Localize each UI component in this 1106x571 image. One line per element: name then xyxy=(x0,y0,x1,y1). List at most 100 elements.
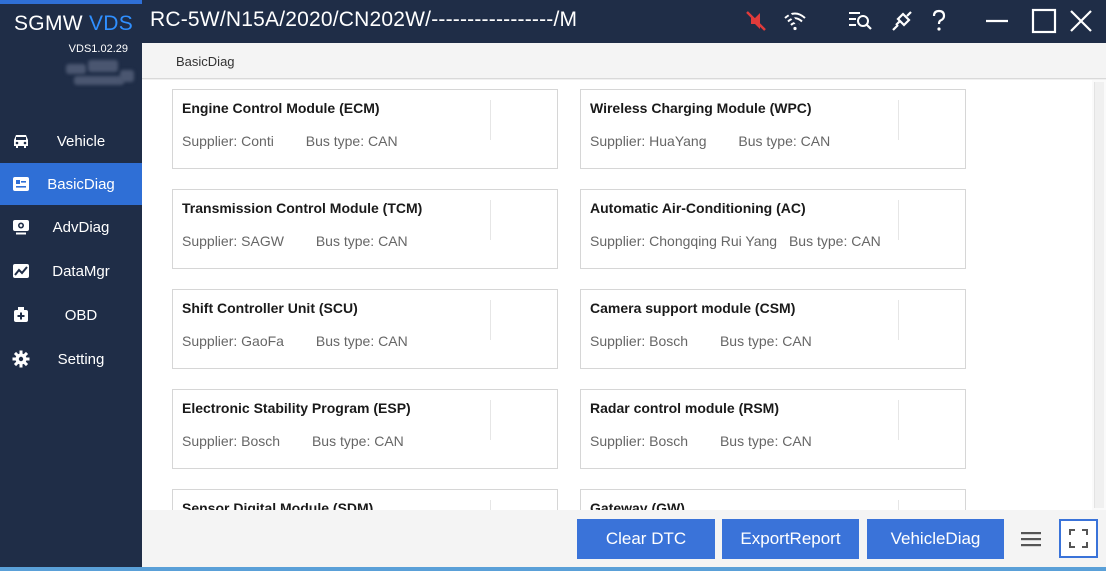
wifi-off-icon[interactable] xyxy=(782,8,808,34)
card-divider xyxy=(490,300,491,340)
sidebar-item-label: BasicDiag xyxy=(47,175,115,193)
module-name: Radar control module (RSM) xyxy=(590,400,780,416)
supplier-label: Supplier: xyxy=(182,133,238,149)
module-name: Wireless Charging Module (WPC) xyxy=(590,100,812,116)
supplier-label: Supplier: xyxy=(590,433,646,449)
action-bar: Clear DTC ExportReport VehicleDiag xyxy=(142,510,1106,571)
supplier-value: GaoFa xyxy=(241,333,284,349)
brand-sgmw: SGMW xyxy=(14,12,83,35)
bus-type-label: Bus type: xyxy=(719,333,779,349)
module-card[interactable]: Camera support module (CSM) Supplier: Bo… xyxy=(580,289,966,369)
supplier-label: Supplier: xyxy=(182,433,238,449)
supplier-label: Supplier: xyxy=(182,233,238,249)
module-name: Electronic Stability Program (ESP) xyxy=(182,400,411,416)
maximize-icon[interactable] xyxy=(1031,8,1057,34)
module-card[interactable]: Engine Control Module (ECM) Supplier: Co… xyxy=(172,89,558,169)
clipboard-icon xyxy=(13,177,29,191)
module-card[interactable]: Gateway (GW) xyxy=(580,489,966,510)
module-info: Supplier: Bosch Bus type: CAN xyxy=(590,433,812,449)
module-info: Supplier: Chongqing Rui Yang Bus type: C… xyxy=(590,233,881,249)
brand-vds: VDS xyxy=(89,12,134,35)
module-card[interactable]: Automatic Air-Conditioning (AC) Supplier… xyxy=(580,189,966,269)
module-name: Camera support module (CSM) xyxy=(590,300,796,316)
version-label: VDS1.02.29 xyxy=(68,43,128,55)
sidebar-item-advdiag[interactable]: AdvDiag xyxy=(0,205,142,249)
bus-type-label: Bus type: xyxy=(788,233,848,249)
clear-dtc-button[interactable]: Clear DTC xyxy=(577,519,715,559)
bus-type-value: CAN xyxy=(378,333,408,349)
bus-type-label: Bus type: xyxy=(315,333,375,349)
app-logo: SGMW VDS xyxy=(14,12,133,36)
gear-icon xyxy=(12,350,30,368)
medkit-icon xyxy=(14,307,28,322)
bus-type-value: CAN xyxy=(851,233,881,249)
fullscreen-icon[interactable] xyxy=(1059,519,1098,558)
sidebar-item-datamgr[interactable]: DataMgr xyxy=(0,249,142,293)
supplier-label: Supplier: xyxy=(182,333,238,349)
help-icon[interactable] xyxy=(926,8,952,34)
sidebar-nav: Vehicle BasicDiag AdvDiag DataMgr OBD Se… xyxy=(0,119,142,381)
bus-type-label: Bus type: xyxy=(738,133,797,149)
sidebar-item-vehicle[interactable]: Vehicle xyxy=(0,119,142,163)
sidebar-item-label: Setting xyxy=(57,350,105,368)
sidebar-item-label: Vehicle xyxy=(56,132,106,150)
sidebar: SGMW VDS VDS1.02.29 Vehicle BasicDiag Ad… xyxy=(0,0,142,571)
module-card[interactable]: Radar control module (RSM) Supplier: Bos… xyxy=(580,389,966,469)
module-card[interactable]: Shift Controller Unit (SCU) Supplier: Ga… xyxy=(172,289,558,369)
card-divider xyxy=(490,500,491,510)
app-window: SGMW VDS VDS1.02.29 Vehicle BasicDiag Ad… xyxy=(0,0,1106,571)
bus-type-value: CAN xyxy=(374,433,404,449)
breadcrumb-bar: BasicDiag xyxy=(142,43,1106,79)
module-card[interactable]: Electronic Stability Program (ESP) Suppl… xyxy=(172,389,558,469)
sidebar-item-label: AdvDiag xyxy=(52,218,110,236)
module-name: Gateway (GW) xyxy=(590,500,685,510)
module-card[interactable]: Wireless Charging Module (WPC) Supplier:… xyxy=(580,89,966,169)
chart-icon xyxy=(13,264,29,278)
bus-type-value: CAN xyxy=(368,133,398,149)
minimize-icon[interactable] xyxy=(984,8,1010,34)
sidebar-item-basicdiag[interactable]: BasicDiag xyxy=(0,163,142,205)
bus-type-label: Bus type: xyxy=(719,433,779,449)
supplier-value: Conti xyxy=(241,133,274,149)
card-divider xyxy=(490,200,491,240)
search-list-icon[interactable] xyxy=(847,8,873,34)
sidebar-item-setting[interactable]: Setting xyxy=(0,337,142,381)
export-report-button[interactable]: ExportReport xyxy=(722,519,859,559)
scrollbar[interactable] xyxy=(1092,80,1106,510)
bus-type-value: CAN xyxy=(782,433,812,449)
supplier-value: Bosch xyxy=(241,433,281,449)
connector-icon[interactable] xyxy=(889,8,915,34)
card-divider xyxy=(898,500,899,510)
module-name: Engine Control Module (ECM) xyxy=(182,100,380,116)
car-icon xyxy=(14,135,28,148)
module-name: Transmission Control Module (TCM) xyxy=(182,200,423,216)
breadcrumb: BasicDiag xyxy=(176,54,235,69)
close-icon[interactable] xyxy=(1068,8,1094,34)
card-divider xyxy=(898,300,899,340)
bus-type-value: CAN xyxy=(782,333,812,349)
module-info: Supplier: SAGW Bus type: CAN xyxy=(182,233,408,249)
bus-type-label: Bus type: xyxy=(311,433,371,449)
module-card[interactable]: Sensor Digital Module (SDM) xyxy=(172,489,558,510)
mute-icon[interactable] xyxy=(743,8,769,34)
card-divider xyxy=(898,100,899,140)
supplier-label: Supplier: xyxy=(590,333,646,349)
supplier-label: Supplier: xyxy=(590,133,646,149)
scrollbar-thumb[interactable] xyxy=(1094,82,1104,508)
supplier-value: Chongqing Rui Yang xyxy=(649,233,778,249)
sidebar-item-label: OBD xyxy=(64,306,98,324)
sidebar-accent-line xyxy=(0,0,142,4)
sidebar-item-label: DataMgr xyxy=(52,262,110,280)
module-info: Supplier: Bosch Bus type: CAN xyxy=(590,333,812,349)
supplier-value: Bosch xyxy=(649,433,689,449)
module-card[interactable]: Transmission Control Module (TCM) Suppli… xyxy=(172,189,558,269)
vehicle-diag-button[interactable]: VehicleDiag xyxy=(867,519,1004,559)
card-divider xyxy=(490,100,491,140)
monitor-icon xyxy=(13,220,29,235)
sidebar-item-obd[interactable]: OBD xyxy=(0,293,142,337)
module-info: Supplier: HuaYang Bus type: CAN xyxy=(590,133,830,149)
card-divider xyxy=(490,400,491,440)
list-view-icon[interactable] xyxy=(1020,529,1042,549)
bus-type-label: Bus type: xyxy=(315,233,375,249)
supplier-value: Bosch xyxy=(649,333,689,349)
